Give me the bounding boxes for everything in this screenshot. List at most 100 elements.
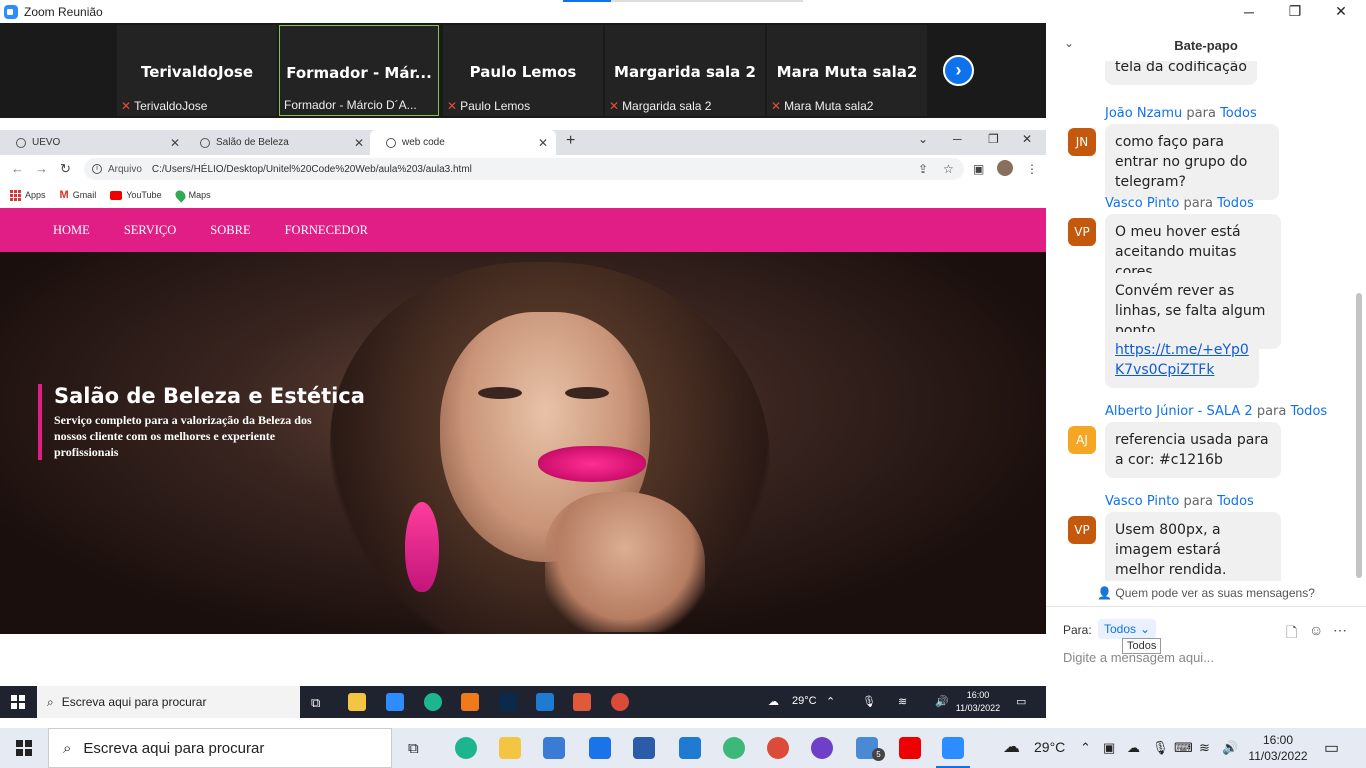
browser-restore-icon[interactable]: ❐: [988, 132, 999, 146]
store-icon[interactable]: [543, 737, 565, 759]
mic-icon[interactable]: 🎙: [1152, 740, 1169, 756]
bookmark-gmail[interactable]: M Gmail: [60, 189, 97, 201]
nav-sobre-link[interactable]: SOBRE: [210, 223, 250, 238]
more-icon[interactable]: ⋯: [1333, 622, 1347, 639]
task-view-icon[interactable]: ⧉: [311, 695, 320, 711]
bookmark-apps[interactable]: Apps: [10, 189, 46, 201]
participant-tile[interactable]: Paulo Lemos ✕ Paulo Lemos: [443, 25, 603, 116]
bookmark-maps[interactable]: Maps: [173, 187, 211, 203]
who-can-see-link[interactable]: 👤 Quem pode ver as suas mensagens?: [1046, 586, 1366, 600]
browser-tab[interactable]: UEVO ✕: [0, 130, 188, 155]
window-title: Zoom Reunião: [24, 4, 103, 19]
forward-icon[interactable]: →: [35, 161, 48, 176]
wifi-icon[interactable]: ≋: [1199, 740, 1210, 756]
camera-icon[interactable]: ▣: [1103, 740, 1115, 756]
hero-image-hand: [545, 492, 705, 632]
chat-message-input[interactable]: Digite a mensagem aqui...: [1063, 650, 1214, 665]
recipient-label: Para:: [1063, 623, 1092, 637]
gmail-icon: M: [59, 189, 69, 201]
participant-tile[interactable]: Mara Muta sala2 ✕ Mara Muta sala2: [767, 25, 927, 116]
tab-close-icon[interactable]: ✕: [538, 136, 548, 150]
tray-chevron-icon[interactable]: ⌃: [1080, 740, 1091, 756]
message-sender: Vasco Pinto para Todos: [1105, 494, 1254, 509]
bookmark-star-icon[interactable]: ☆: [943, 162, 954, 176]
file-icon[interactable]: 🗋: [1286, 622, 1297, 646]
site-navbar: HOME SERVIÇO SOBRE FORNECEDOR: [0, 208, 1046, 252]
collapse-chat-icon[interactable]: ⌄: [1064, 36, 1074, 50]
photoshop-icon[interactable]: [499, 693, 517, 711]
next-participants-button[interactable]: ›: [943, 55, 974, 86]
profile-avatar[interactable]: [997, 160, 1013, 176]
recipient-dropdown[interactable]: Todos ⌄: [1098, 619, 1157, 639]
weather-temp: 29°C: [792, 695, 817, 707]
file-explorer-icon[interactable]: [499, 737, 521, 759]
keyboard-icon[interactable]: ⌨: [1174, 740, 1193, 756]
edge-icon[interactable]: [424, 693, 442, 711]
emoji-icon[interactable]: ☺: [1309, 622, 1323, 638]
participant-label: ✕ Mara Muta sala2: [771, 99, 874, 113]
telegram-link[interactable]: https://t.me/+eYp0K7vs0CpiZTFk: [1115, 342, 1249, 378]
tray-chevron-icon[interactable]: ⌃: [826, 695, 835, 708]
screen-share-indicator[interactable]: [563, 0, 803, 2]
browser-tab-active[interactable]: web code ✕: [370, 130, 556, 155]
close-button[interactable]: ✕: [1318, 0, 1364, 23]
windows-start-icon[interactable]: [16, 740, 32, 756]
participant-tile[interactable]: Margarida sala 2 ✕ Margarida sala 2: [605, 25, 765, 116]
volume-icon[interactable]: 🔊: [1222, 740, 1238, 756]
file-explorer-icon[interactable]: [348, 693, 366, 711]
tab-search-icon[interactable]: ⌄: [918, 132, 928, 146]
cloud-icon[interactable]: ☁: [1127, 740, 1140, 756]
chat-scrollbar[interactable]: [1356, 293, 1362, 578]
shared-search-box[interactable]: ⌕ Escreva aqui para procurar: [37, 686, 300, 718]
vscode-icon[interactable]: [536, 693, 554, 711]
github-icon[interactable]: [811, 737, 833, 759]
chrome-icon[interactable]: [767, 737, 789, 759]
youtube-icon[interactable]: [899, 737, 921, 759]
info-icon[interactable]: i: [92, 164, 102, 174]
share-icon[interactable]: ⇪: [918, 162, 928, 176]
new-tab-button[interactable]: +: [566, 132, 575, 150]
app-icon[interactable]: [573, 693, 591, 711]
browser-close-icon[interactable]: ✕: [1022, 132, 1032, 146]
task-view-icon[interactable]: ⧉: [408, 740, 419, 757]
minimize-button[interactable]: ─: [1226, 0, 1272, 23]
mail-icon[interactable]: [589, 737, 611, 759]
nav-servico-link[interactable]: SERVIÇO: [124, 223, 176, 238]
tab-close-icon[interactable]: ✕: [170, 136, 180, 150]
taskbar-clock[interactable]: 16:00 11/03/2022: [1248, 732, 1308, 764]
tab-close-icon[interactable]: ✕: [354, 136, 364, 150]
taskbar-search-box[interactable]: ⌕ Escreva aqui para procurar: [48, 728, 392, 768]
weather-temp: 29°C: [1034, 739, 1066, 755]
atom-icon[interactable]: [723, 737, 745, 759]
nav-home-link[interactable]: HOME: [53, 223, 90, 238]
windows-start-icon[interactable]: [11, 695, 25, 709]
nav-fornecedor-link[interactable]: FORNECEDOR: [285, 223, 368, 238]
mic-icon[interactable]: 🎙: [862, 695, 876, 708]
back-icon[interactable]: ←: [11, 161, 24, 176]
notifications-icon[interactable]: ▭: [1016, 695, 1026, 708]
participant-tile-active[interactable]: Formador - Már... Formador - Márcio D´A.…: [279, 25, 439, 116]
browser-tab[interactable]: Salão de Beleza ✕: [184, 130, 372, 155]
zoom-icon[interactable]: [386, 693, 404, 711]
vscode-icon[interactable]: [679, 737, 701, 759]
reload-icon[interactable]: ↻: [60, 161, 71, 177]
edge-icon[interactable]: [455, 737, 477, 759]
shared-clock[interactable]: 16:00 11/03/2022: [948, 689, 1008, 715]
restore-button[interactable]: ❐: [1272, 0, 1318, 23]
participant-tile[interactable]: TerivaldoJose ✕ TerivaldoJose: [117, 25, 277, 116]
browser-minimize-icon[interactable]: ─: [953, 132, 962, 146]
menu-icon[interactable]: ⋮: [1026, 162, 1038, 176]
bookmark-youtube[interactable]: YouTube: [110, 190, 162, 200]
zoom-icon[interactable]: [936, 737, 970, 768]
wifi-icon[interactable]: ≋: [898, 695, 907, 708]
chrome-icon[interactable]: [611, 693, 629, 711]
volume-icon[interactable]: 🔊: [935, 695, 949, 708]
app-icon[interactable]: [633, 737, 655, 759]
chat-messages[interactable]: tela da codificação João Nzamu para Todo…: [1046, 61, 1366, 581]
participant-label: ✕ Paulo Lemos: [447, 99, 531, 113]
app-count-badge: 5: [872, 748, 885, 761]
url-input[interactable]: i Arquivo C:/Users/HÉLIO/Desktop/Unitel%…: [84, 158, 964, 180]
sidepanel-icon[interactable]: ▣: [973, 162, 984, 176]
notifications-icon[interactable]: ▭: [1324, 738, 1339, 758]
vlc-icon[interactable]: [461, 693, 479, 711]
